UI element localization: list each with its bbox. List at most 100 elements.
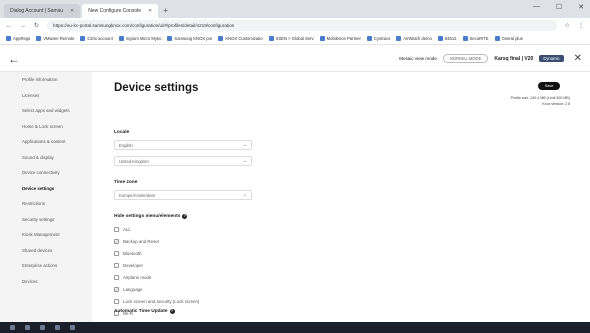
bookmarks-bar: AppRegs VMware Remote Citrix account Ing… [0,33,590,45]
bookmark-icon [366,36,372,41]
taskbar-app-icon[interactable] [55,325,60,330]
bookmark[interactable]: Mobileiron Partner [319,36,361,41]
extensions: ☆ ⋮ [565,22,584,29]
sidebar-item-applications[interactable]: Applications & content [0,134,92,150]
close-icon[interactable]: ✕ [70,4,74,18]
start-icon[interactable] [10,325,15,330]
checkbox-icon[interactable] [114,251,119,256]
back-arrow-icon[interactable]: ← [8,52,20,66]
bookmark[interactable]: VMware Remote [36,36,74,41]
sidebar-item-device-settings[interactable]: Device settings [0,181,92,197]
checkbox-icon[interactable] [114,227,119,232]
knox-version: Knox version: 2.8 [542,102,570,106]
checkbox-label: Backup and Reset [123,239,159,244]
checkbox-bluetooth[interactable]: Bluetooth [114,251,142,256]
forward-icon[interactable]: → [20,23,26,29]
chevron-down-icon: ⌄ [242,192,247,198]
checkbox-checked-icon[interactable]: ✓ [114,239,119,244]
checkbox-icon[interactable] [114,263,119,268]
bookmark[interactable]: AirWatch demo [396,36,432,41]
bookmark-icon [319,36,325,41]
sidebar-item-profile-information[interactable]: Profile information [0,72,92,88]
star-icon[interactable]: ☆ [565,22,570,29]
bookmark[interactable]: Citrix account [80,36,113,41]
mode-label: Mosaic view mode [399,56,437,61]
taskbar-app-icon[interactable] [25,325,30,330]
bookmark-icon [494,36,500,41]
mode-badge[interactable]: NORMAL MODE [442,54,489,63]
save-button[interactable]: Save [538,82,560,90]
checkbox-label: Developer [123,263,144,268]
new-tab-icon[interactable]: + [163,4,168,18]
taskbar [0,322,590,333]
bookmark-label: SecuRITE [469,36,489,41]
checkbox-icon[interactable] [114,299,119,304]
bookmark[interactable]: AppRegs [6,36,30,41]
language-select[interactable]: English ⌄ [114,140,252,150]
sidebar-item-home-lock[interactable]: Home & Lock screen [0,119,92,135]
bookmark-icon [462,36,468,41]
hide-settings-label: Hide settings menu/elements? [114,214,188,219]
bookmark[interactable]: Samsung KNOX por [167,36,212,41]
checkbox-backup-reset[interactable]: ✓ Backup and Reset [114,239,159,244]
close-icon[interactable]: ✕ [574,53,582,64]
close-icon[interactable]: ✕ [148,4,152,18]
app-header: ← Mosaic view mode NORMAL MODE Karsq fin… [0,46,590,72]
checkbox-label: Bluetooth [123,251,142,256]
checkbox-icon[interactable] [114,275,119,280]
maximize-icon[interactable]: ☐ [556,3,562,11]
checkbox-language[interactable]: ✓ Language [114,287,143,292]
dynamic-badge[interactable]: Dynamic [539,55,564,62]
language-value: English [119,143,133,148]
bookmark[interactable]: KNOX Customizatio [218,36,263,41]
tab-dialog-account[interactable]: Dialog Account | Samsu ✕ [4,4,81,18]
checkbox-airplane[interactable]: Airplane mode [114,275,151,280]
help-icon[interactable]: ? [169,309,175,314]
checkbox-label: Lock screen and security (Lock screen) [123,299,200,304]
checkbox-lock-screen[interactable]: Lock screen and security (Lock screen) [114,299,199,304]
hide-settings-text: Hide settings menu/elements [114,214,181,219]
window-close-icon[interactable]: ✕ [578,3,584,11]
sidebar-item-enterprise-actions[interactable]: Enterprise actions [0,258,92,274]
checkbox-all[interactable]: ALL [114,227,131,232]
checkbox-developer[interactable]: Developer [114,263,143,268]
checkbox-label: ALL [123,227,131,232]
bookmark-label: Mobileiron Partner [326,36,361,41]
bookmark-label: VMware Remote [43,36,75,41]
sidebar-item-connectivity[interactable]: Device connectivity [0,165,92,181]
timezone-select[interactable]: Europe/Amsterdam ⌄ [114,190,252,200]
back-icon[interactable]: ← [6,23,12,29]
bookmark[interactable]: Ingram Micro Myko [118,36,161,41]
bookmark-icon [118,36,124,41]
bookmark-label: Samsung KNOX por [174,36,213,41]
bookmark[interactable]: Cyntracs [366,36,390,41]
checkbox-checked-icon[interactable]: ✓ [114,287,119,292]
bookmark-label: AppRegs [13,36,31,41]
sidebar-item-sound-display[interactable]: Sound & display [0,150,92,166]
sidebar-item-select-apps[interactable]: Select apps and widgets [0,103,92,119]
sidebar-item-restrictions[interactable]: Restrictions [0,196,92,212]
bookmark-label: KNOX Customizatio [225,36,263,41]
sidebar-item-shared-devices[interactable]: Shared devices [0,243,92,259]
sidebar-item-devices[interactable]: Devices [0,274,92,290]
sidebar-item-licenses[interactable]: Licenses [0,88,92,104]
sidebar-item-kiosk[interactable]: Kiosk Management [0,227,92,243]
timezone-label: Time zone [114,180,138,185]
taskbar-app-icon[interactable] [70,325,75,330]
help-icon[interactable]: ? [182,214,188,219]
minimize-icon[interactable]: — [533,3,540,11]
sidebar-item-security[interactable]: Security settings [0,212,92,228]
bookmark[interactable]: 84512 [437,36,457,41]
bookmark[interactable]: SecuRITE [462,36,489,41]
bookmark[interactable]: SSEN > Global Serv [268,36,314,41]
url-input[interactable]: https://eu-kc-portal.samsungknox.com/con… [47,20,557,31]
bookmark-icon [6,36,11,41]
region-select[interactable]: United Kingdom ⌄ [114,156,252,166]
taskbar-app-icon[interactable] [40,325,45,330]
tab-configure-console[interactable]: New Configure Console ✕ [82,4,159,18]
checkbox-label: Language [123,287,143,292]
bookmark[interactable]: Overal plus [494,36,523,41]
checkbox-label: Airplane mode [123,275,152,280]
reload-icon[interactable]: ↻ [34,22,39,29]
menu-icon[interactable]: ⋮ [578,22,584,29]
